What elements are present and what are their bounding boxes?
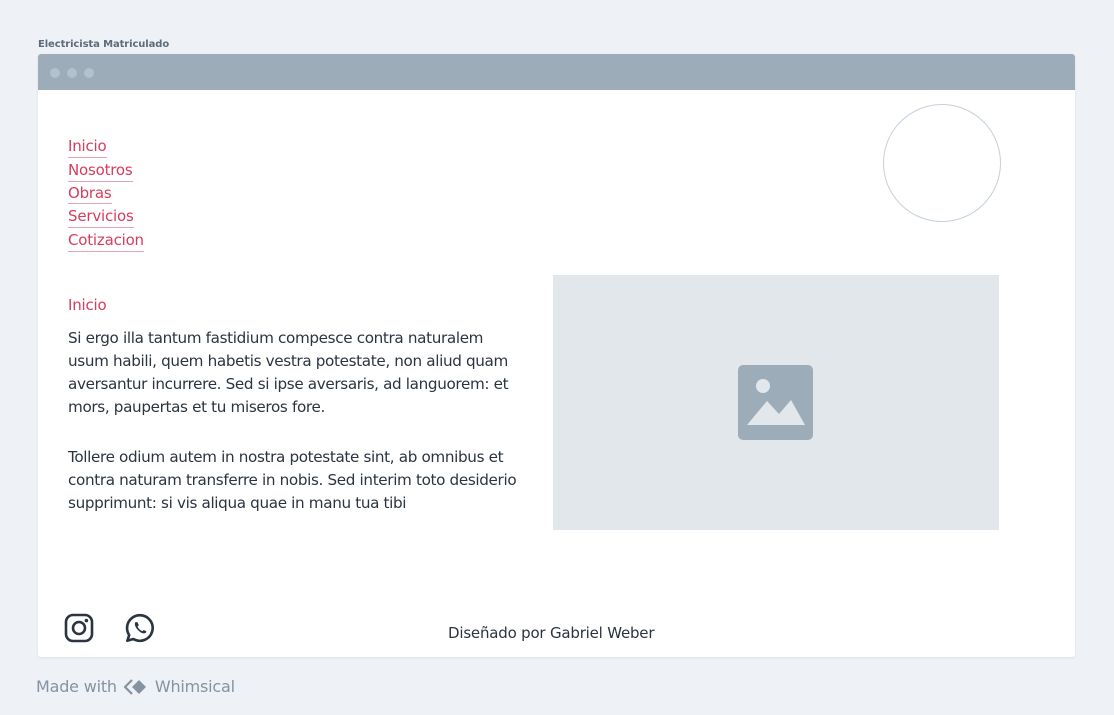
window-titlebar [38,54,1075,90]
intro-paragraph: Si ergo illa tantum fastidium compesce c… [68,329,509,416]
board-title: Electricista Matriculado [38,39,170,50]
main-nav: Inicio Nosotros Obras Servicios Cotizaci… [68,134,144,252]
image-placeholder [553,275,999,530]
whimsical-logo-icon [123,678,146,695]
window-dot [84,68,94,78]
nav-link-inicio[interactable]: Inicio [68,134,107,158]
instagram-icon[interactable] [63,612,95,644]
image-placeholder-icon [738,365,813,440]
nav-link-nosotros[interactable]: Nosotros [68,158,133,182]
made-with-label: Made with [36,677,117,696]
section-title: Inicio [68,296,107,314]
footer-credit: Diseñado por Gabriel Weber [448,624,655,642]
window-dot [50,68,60,78]
made-with-badge[interactable]: Made with Whimsical [36,677,235,696]
whimsical-brand: Whimsical [154,677,235,696]
nav-link-servicios[interactable]: Servicios [68,204,134,228]
browser-window-mockup: Inicio Nosotros Obras Servicios Cotizaci… [38,54,1075,657]
second-paragraph: Tollere odium autem in nostra potestate … [68,448,517,512]
nav-link-obras[interactable]: Obras [68,182,112,204]
whatsapp-icon[interactable] [124,612,156,644]
logo-circle-placeholder [883,104,1001,222]
window-dot [67,68,77,78]
nav-link-cotizacion[interactable]: Cotizacion [68,228,144,252]
